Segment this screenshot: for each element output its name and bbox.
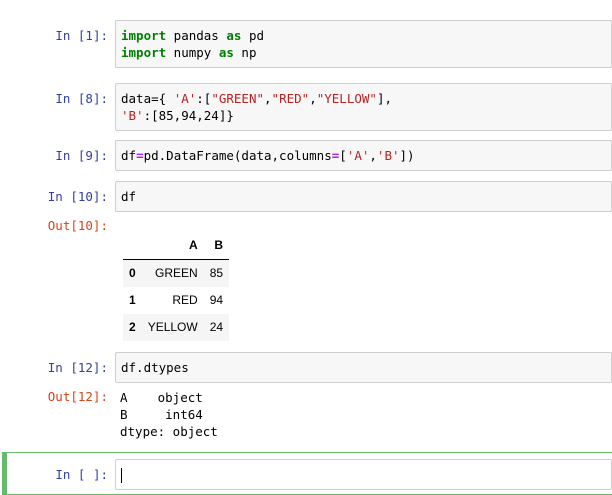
code-text: np [233, 45, 257, 60]
code-input[interactable]: data={ 'A':["GREEN","RED","YELLOW"], 'B'… [115, 83, 612, 131]
input-prompt: In [9]: [55, 148, 108, 163]
code-input[interactable]: df=pd.DataFrame(data,columns=['A','B']) [115, 140, 612, 171]
output-prompt: Out[12]: [47, 389, 108, 404]
input-prompt: In [12]: [47, 360, 108, 375]
index-header [123, 232, 142, 260]
code-text: ], [376, 91, 392, 106]
string-literal: 'B' [376, 148, 400, 163]
input-prompt: In [10]: [47, 189, 108, 204]
keyword: import [121, 28, 167, 43]
table-header-row: A B [123, 232, 230, 260]
string-literal: "YELLOW" [316, 91, 377, 106]
table-row: 1 RED 94 [123, 287, 229, 314]
keyword: as [218, 45, 234, 60]
row-index: 2 [129, 320, 136, 334]
input-prompt: In [8]: [55, 91, 108, 106]
dataframe-table: A B 0 GREEN 85 1 RED 94 2 YELLOW 24 [123, 232, 230, 341]
code-text: numpy [166, 45, 219, 60]
row-index: 0 [129, 266, 136, 280]
code-text: ]) [399, 148, 415, 163]
code-text: , [369, 148, 377, 163]
code-input[interactable]: df [115, 181, 612, 212]
code-input[interactable]: df.dtypes [115, 352, 612, 383]
dtypes-output: A object B int64 dtype: object [120, 390, 218, 439]
keyword: as [226, 28, 242, 43]
cell-b: 85 [209, 266, 224, 280]
code-text: pandas [166, 28, 227, 43]
text-cursor [121, 468, 122, 483]
code-input[interactable]: import pandas as pd import numpy as np [115, 20, 612, 68]
cell-a: YELLOW [147, 320, 198, 334]
code-text: pd.DataFrame(data,columns [143, 148, 332, 163]
cell-a: GREEN [155, 266, 198, 280]
row-index: 1 [129, 293, 136, 307]
code-text: df [121, 148, 137, 163]
code-text: [ [339, 148, 347, 163]
string-literal: 'B' [121, 108, 144, 123]
input-prompt: In [ ]: [55, 467, 108, 482]
column-header-b: B [203, 232, 230, 260]
table-row: 2 YELLOW 24 [123, 314, 230, 341]
output-prompt: Out[10]: [47, 218, 108, 233]
string-literal: "RED" [271, 91, 310, 106]
code-text: :[ [196, 91, 212, 106]
input-prompt: In [1]: [55, 28, 108, 43]
table-row: 0 GREEN 85 [123, 259, 230, 287]
code-text: df.dtypes [121, 360, 189, 375]
cell-b: 24 [209, 320, 224, 334]
cell-b: 94 [209, 293, 224, 307]
string-literal: 'A' [346, 148, 370, 163]
keyword: import [121, 45, 167, 60]
code-text: pd [241, 28, 265, 43]
code-input[interactable] [115, 459, 612, 490]
column-header-a: A [141, 232, 204, 260]
code-text: , [264, 91, 272, 106]
cell-a: RED [172, 293, 198, 307]
string-literal: 'A' [173, 91, 197, 106]
code-text: , [309, 91, 317, 106]
string-literal: "GREEN" [211, 91, 265, 106]
code-text: df [121, 189, 137, 204]
operator: = [136, 148, 144, 163]
code-text: :[85,94,24]} [143, 108, 234, 123]
code-text: data={ [121, 91, 174, 106]
dataframe-output: A B 0 GREEN 85 1 RED 94 2 YELLOW 24 [115, 228, 612, 345]
